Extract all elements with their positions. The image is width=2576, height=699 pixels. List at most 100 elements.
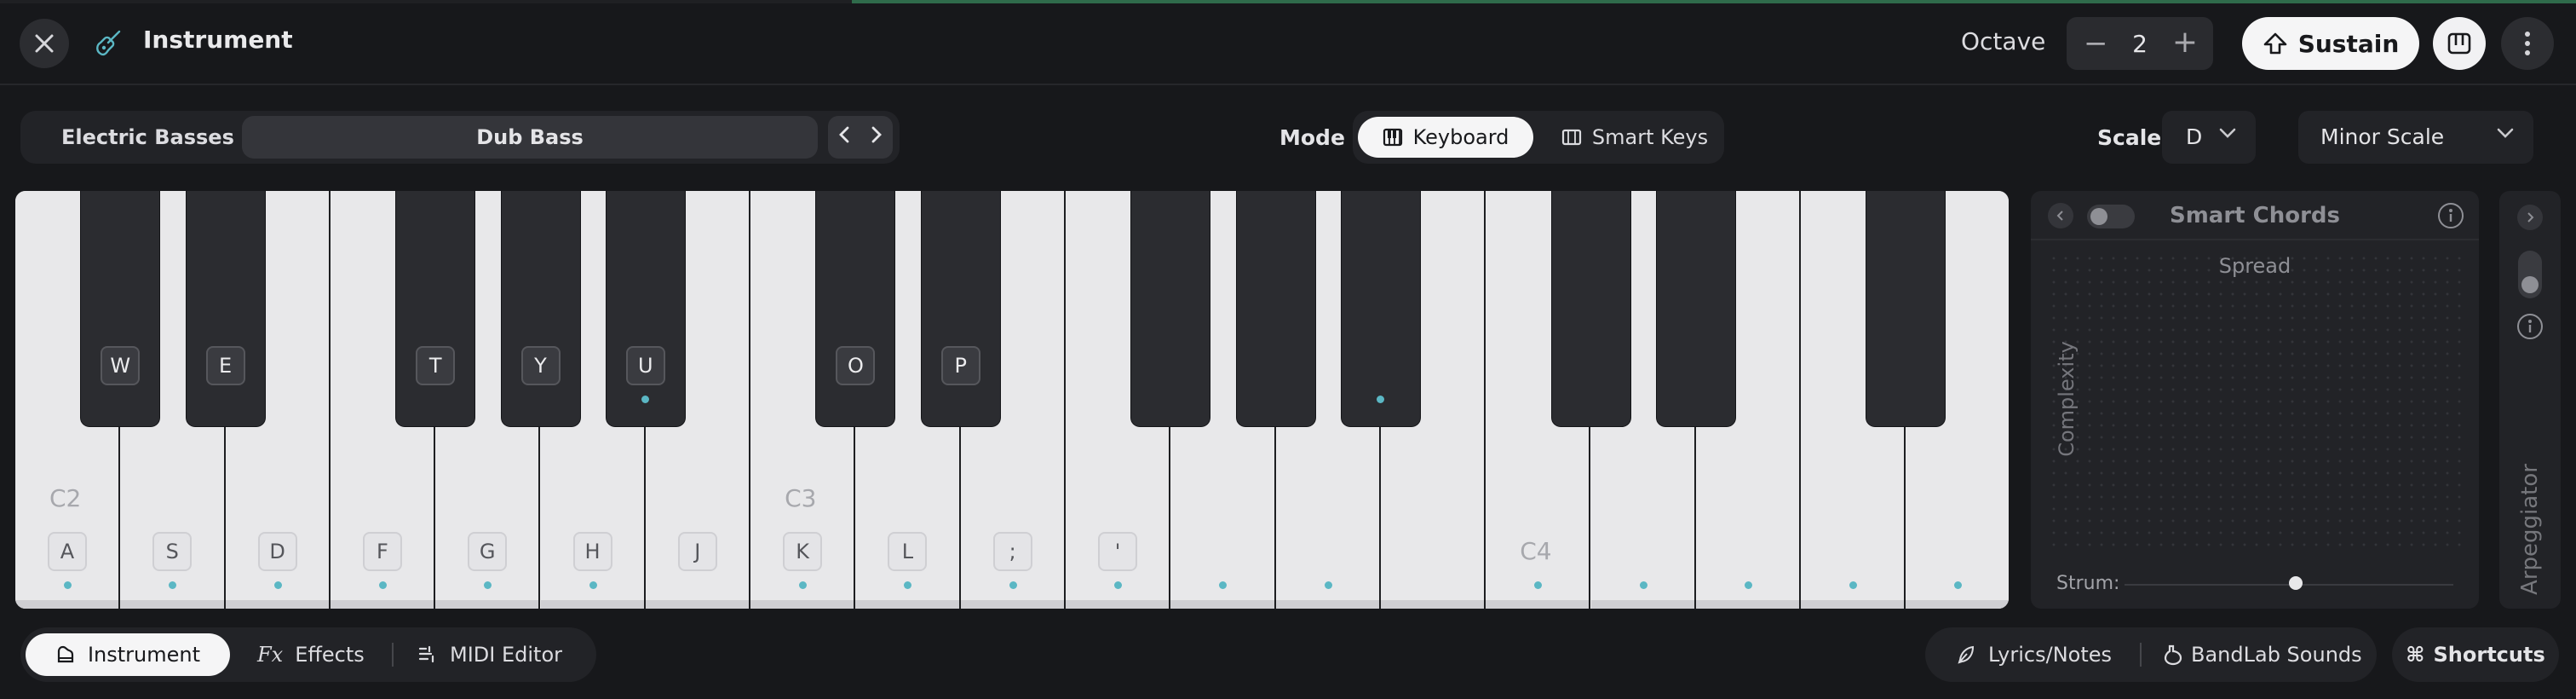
key-shortcut-label: T (416, 346, 456, 385)
chord-pad[interactable] (2048, 252, 2462, 549)
octave-note-label: C4 (1520, 537, 1552, 565)
info-icon (2528, 320, 2532, 332)
bandlab-sounds-label: BandLab Sounds (2191, 643, 2362, 667)
key-shortcut-label: A (48, 532, 87, 571)
key-edge (1486, 600, 1590, 609)
tab-effects[interactable]: Fx Effects (257, 633, 365, 676)
computer-keyboard-toggle[interactable] (2433, 17, 2486, 70)
feather-pen-icon (1958, 645, 1975, 664)
scale-key-value: D (2186, 124, 2203, 149)
black-key[interactable] (1551, 191, 1630, 426)
black-key[interactable]: Y (501, 191, 580, 426)
chevron-down-icon (2496, 123, 2515, 144)
scale-note-dot (1744, 581, 1752, 589)
more-options-button[interactable] (2501, 17, 2554, 70)
black-key[interactable]: O (816, 191, 895, 426)
key-shortcut-label: Y (520, 346, 561, 385)
arpeggiator-toggle[interactable] (2518, 251, 2542, 298)
strum-slider-handle[interactable] (2288, 576, 2303, 590)
key-shortcut-label: S (152, 532, 193, 571)
key-shortcut-label: F (362, 532, 402, 571)
scale-note-dot (904, 581, 912, 589)
key-shortcut-label: O (836, 346, 876, 385)
shortcuts-label: Shortcuts (2433, 643, 2545, 667)
complexity-label: Complexity (2054, 341, 2079, 457)
mode-switch: Keyboard Smart Keys (1353, 111, 1724, 164)
key-edge (330, 600, 434, 609)
next-preset-button[interactable] (870, 124, 883, 150)
black-key[interactable] (1236, 191, 1315, 426)
piano-icon (57, 645, 74, 663)
key-edge (1275, 600, 1379, 609)
tab-midi-editor[interactable]: MIDI Editor (417, 633, 562, 676)
key-edge (1590, 600, 1694, 609)
key-shortcut-label: J (677, 532, 717, 571)
black-key[interactable] (1656, 191, 1735, 426)
shortcuts-button[interactable]: ⌘ Shortcuts (2392, 627, 2559, 682)
close-button[interactable] (20, 19, 69, 68)
octave-stepper: − 2 + (2067, 17, 2213, 70)
panel-header: Instrument Octave − 2 + Sustain (0, 0, 2576, 85)
octave-increase-button[interactable]: + (2172, 25, 2198, 60)
smart-keys-icon (1561, 129, 1581, 146)
key-shortcut-label: G (468, 532, 508, 571)
black-key[interactable] (1341, 191, 1420, 426)
scale-type-select[interactable]: Minor Scale (2298, 111, 2533, 164)
instrument-preset[interactable]: Dub Bass (242, 116, 818, 159)
scale-note-dot (1009, 581, 1017, 589)
scale-note-dot (589, 581, 597, 589)
fx-icon: Fx (257, 643, 284, 667)
smart-chords-title: Smart Chords (2169, 203, 2341, 228)
scale-note-dot (1534, 581, 1543, 589)
scale-note-dot (64, 581, 72, 589)
tab-instrument[interactable]: Instrument (26, 633, 230, 676)
utility-bar: Lyrics/Notes BandLab Sounds (1925, 627, 2377, 682)
lyrics-notes-button[interactable]: Lyrics/Notes (1956, 633, 2112, 676)
black-key[interactable]: U (606, 191, 685, 426)
instrument-selector: Electric Basses Dub Bass (20, 111, 900, 164)
tab-effects-label: Effects (295, 643, 365, 667)
mode-keyboard-label: Keyboard (1412, 125, 1509, 149)
octave-note-label: C2 (49, 484, 82, 512)
scale-note-dot (169, 581, 177, 589)
mode-smart-keys-label: Smart Keys (1591, 125, 1709, 149)
bandlab-sounds-button[interactable]: BandLab Sounds (2162, 633, 2362, 676)
mode-smart-keys-button[interactable]: Smart Keys (1554, 117, 1716, 158)
preset-nav (828, 116, 893, 159)
sustain-button[interactable]: Sustain (2242, 17, 2419, 70)
panel-title: Instrument (143, 26, 293, 54)
black-key[interactable]: E (186, 191, 265, 426)
key-shortcut-label: W (101, 346, 141, 385)
smart-chords-info-button[interactable] (2438, 203, 2464, 228)
key-edge (750, 600, 854, 609)
chevron-right-icon (871, 126, 882, 143)
command-icon: ⌘ (2406, 643, 2425, 667)
black-key[interactable]: T (396, 191, 475, 426)
key-shortcut-label: K (783, 532, 823, 571)
black-key[interactable] (1131, 191, 1210, 426)
tab-instrument-label: Instrument (87, 643, 201, 667)
scale-note-dot (484, 581, 492, 589)
arpeggiator-panel: Arpeggiator (2499, 191, 2561, 609)
black-key[interactable]: P (921, 191, 1000, 426)
previous-preset-button[interactable] (837, 124, 851, 150)
key-edge (120, 600, 224, 609)
black-key[interactable]: W (81, 191, 160, 426)
arpeggiator-info-button[interactable] (2517, 314, 2543, 339)
black-key[interactable] (1866, 191, 1946, 426)
piano-keyboard: C2 A S D F G H J C3 K L; ' C4 W E T Y U O P (15, 191, 2009, 609)
key-shortcut-label: U (625, 346, 665, 385)
smart-chords-panel: Smart Chords Spread Complexity Strum: (2031, 191, 2479, 609)
instrument-category[interactable]: Electric Basses (61, 125, 234, 149)
arpeggiator-expand-button[interactable] (2517, 205, 2543, 230)
mode-keyboard-button[interactable]: Keyboard (1358, 117, 1533, 158)
scale-note-dot (1219, 581, 1228, 589)
key-edge (1695, 600, 1800, 609)
key-edge (1906, 600, 2009, 609)
scale-note-dot (1954, 581, 1963, 589)
scale-note-dot (641, 396, 649, 403)
scale-key-select[interactable]: D (2162, 111, 2256, 164)
info-icon (2449, 209, 2452, 222)
utility-divider (2140, 643, 2142, 667)
key-edge (15, 600, 119, 609)
